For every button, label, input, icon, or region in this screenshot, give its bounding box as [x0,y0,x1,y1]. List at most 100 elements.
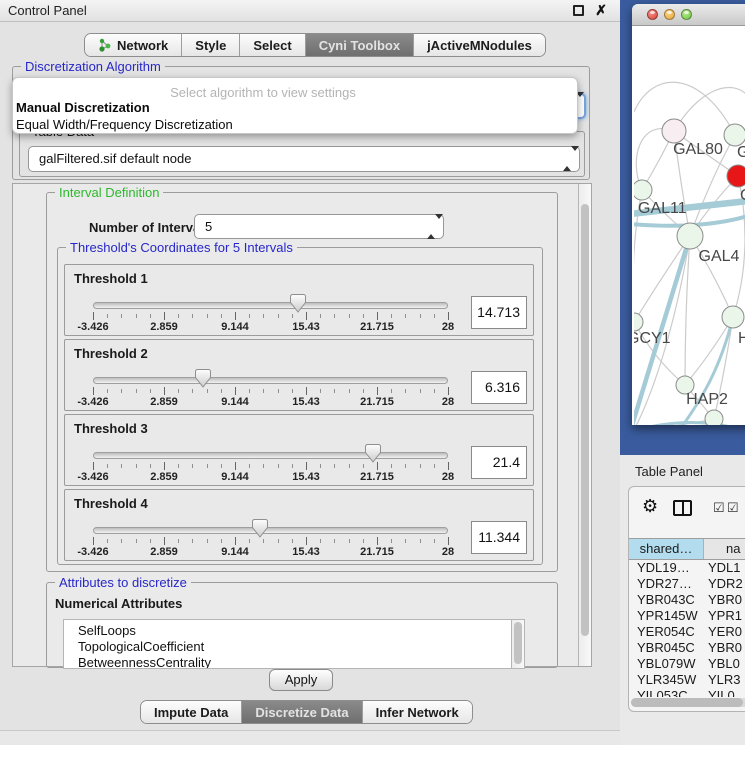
tick-mark [136,539,137,543]
table-row[interactable]: YDR27…YDR2 [629,576,745,592]
tick-mark [235,312,236,320]
network-node[interactable] [722,306,744,328]
table-cell-shared-name: YIL053C [629,688,704,697]
network-node[interactable] [634,313,643,331]
tab-impute-data[interactable]: Impute Data [141,701,241,723]
scrollbar-thumb[interactable] [514,622,522,664]
attribute-list-item[interactable]: SelfLoops [78,623,524,639]
table-row[interactable]: YER054CYER0 [629,624,745,640]
checkbox-icon[interactable]: ☑ [727,501,739,514]
table-row[interactable]: YBL079WYBL0 [629,656,745,672]
tick-label: -3.426 [77,321,108,333]
table-panel-box: ⚙ ☑ ☑ shared… na YDL19…YDL1YDR27…YDR2YBR… [628,486,745,712]
tick-mark [192,539,193,543]
table-data-combobox[interactable]: galFiltered.sif default node [28,146,580,172]
window-zoom-traffic-light[interactable] [681,9,692,20]
network-node[interactable] [705,410,723,425]
tick-mark [221,464,222,468]
combo-stepper-icon [563,147,570,171]
tick-mark [391,314,392,318]
tab-infer-network[interactable]: Infer Network [362,701,472,723]
table-cell-shared-name: YER054C [629,624,704,640]
number-of-intervals-combobox[interactable]: 5 [194,214,444,239]
tick-label: 28 [442,396,454,408]
table-cell-shared-name: YLR345W [629,672,704,688]
slider-thumb[interactable] [195,369,211,388]
table-row[interactable]: YBR045CYBR0 [629,640,745,656]
table-horizontal-scrollbar[interactable] [631,698,745,707]
slider-track[interactable] [93,302,448,309]
tick-mark [334,539,335,543]
table-cell-name: YDR2 [704,576,745,592]
tick-label: 28 [442,471,454,483]
apply-button[interactable]: Apply [269,669,333,691]
attributes-scrollbar[interactable] [511,620,524,668]
columns-icon[interactable] [673,500,692,516]
slider-thumb[interactable] [290,294,306,313]
network-node-label: C [740,187,745,204]
network-canvas[interactable]: GAL80GACGAL11GAL4GCY1HHAP2 [634,26,745,425]
numerical-attributes-list[interactable]: SelfLoopsTopologicalCoefficientBetweenne… [63,619,525,669]
threshold-panel: Threshold 1-3.4262.8599.14415.4321.71528… [64,264,534,336]
algorithm-option[interactable]: Manual Discretization [16,100,150,115]
tab-cyni-toolbox[interactable]: Cyni Toolbox [305,34,413,56]
tick-mark [221,314,222,318]
discretization-algorithm-group-title: Discretization Algorithm [21,59,165,74]
threshold-value-field[interactable]: 6.316 [471,371,527,404]
tick-mark [434,314,435,318]
tick-mark [434,389,435,393]
tab-label: Style [195,38,226,53]
tab-jactivemnodules[interactable]: jActiveMNodules [413,34,545,56]
network-node[interactable] [634,180,652,200]
network-node[interactable] [727,165,745,187]
tick-mark [263,539,264,543]
table-row[interactable]: YIL053CYIL0 [629,688,745,697]
scrollbar-thumb[interactable] [581,204,589,636]
close-icon[interactable]: ✗ [595,2,607,19]
tab-label: Infer Network [376,705,459,720]
table-column-header-shared[interactable]: shared… [629,539,704,559]
float-window-icon[interactable] [573,5,584,16]
control-panel-bottom-strip [0,730,620,745]
table-column-header-name[interactable]: na [704,539,745,559]
tick-label: 15.43 [292,321,320,333]
network-node[interactable] [662,119,686,143]
tick-mark [377,387,378,395]
table-row[interactable]: YDL19…YDL1 [629,560,745,576]
settings-vertical-scrollbar[interactable] [578,184,591,666]
number-of-intervals-value: 5 [205,219,212,234]
tick-mark [278,464,279,468]
numerical-attributes-label: Numerical Attributes [55,596,182,611]
network-node[interactable] [677,223,703,249]
table-row[interactable]: YBR043CYBR0 [629,592,745,608]
network-node[interactable] [724,124,745,146]
slider-tick-labels: -3.4262.8599.14415.4321.71528 [93,396,448,409]
scrollbar-thumb[interactable] [631,698,743,707]
tab-network[interactable]: Network [85,34,181,56]
slider-thumb[interactable] [365,444,381,463]
checkbox-icon[interactable]: ☑ [713,501,725,514]
window-minimize-traffic-light[interactable] [664,9,675,20]
tab-style[interactable]: Style [181,34,239,56]
tick-mark [107,389,108,393]
algorithm-option[interactable]: Equal Width/Frequency Discretization [16,117,233,132]
tick-mark [150,314,151,318]
tick-mark [207,539,208,543]
threshold-value-field[interactable]: 11.344 [471,521,527,554]
attribute-list-item[interactable]: TopologicalCoefficient [78,639,524,655]
window-close-traffic-light[interactable] [647,9,658,20]
slider-thumb[interactable] [252,519,268,538]
tick-mark [434,464,435,468]
tab-discretize-data[interactable]: Discretize Data [241,701,361,723]
network-node-label: GAL80 [673,141,723,158]
slider-track[interactable] [93,452,448,459]
threshold-value-field[interactable]: 21.4 [471,446,527,479]
attribute-list-item[interactable]: BetweennessCentrality [78,655,524,669]
tab-select[interactable]: Select [239,34,304,56]
slider-track[interactable] [93,527,448,534]
table-row[interactable]: YLR345WYLR3 [629,672,745,688]
slider-track[interactable] [93,377,448,384]
table-row[interactable]: YPR145WYPR1 [629,608,745,624]
gear-icon[interactable]: ⚙ [642,497,658,515]
threshold-value-field[interactable]: 14.713 [471,296,527,329]
